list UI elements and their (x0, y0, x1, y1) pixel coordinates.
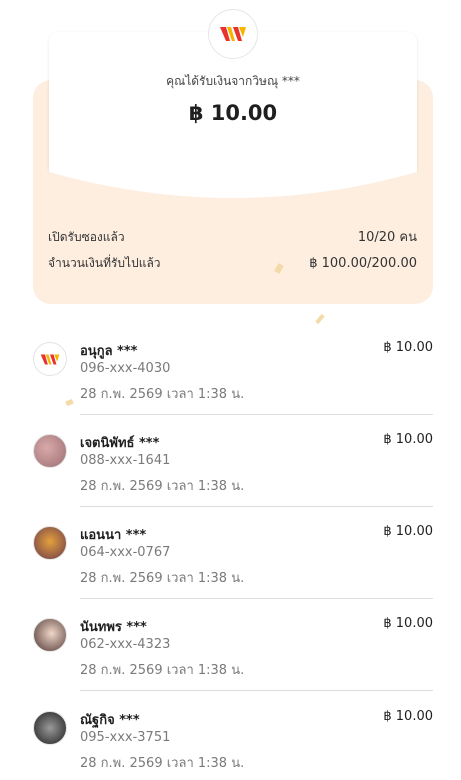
recipient-name: อนุกูล *** (80, 344, 138, 359)
recipient-datetime: 28 ก.พ. 2569 เวลา 1:38 น. (80, 387, 245, 402)
received-total-label: จำนวนเงินที่รับไปแล้ว (48, 256, 161, 270)
avatar (33, 711, 67, 745)
avatar (33, 526, 67, 560)
divider (80, 598, 433, 599)
list-item[interactable]: นันทพร *** ฿ 10.00 062-xxx-4323 28 ก.พ. … (33, 616, 433, 706)
recipient-amount: ฿ 10.00 (383, 709, 433, 724)
recipient-name: นันทพร *** (80, 620, 147, 635)
divider (80, 506, 433, 507)
list-item[interactable]: อนุกูล *** ฿ 10.00 096-xxx-4030 28 ก.พ. … (33, 340, 433, 430)
divider (80, 414, 433, 415)
received-amount: ฿ 10.00 (188, 101, 278, 125)
received-total-value: ฿ 100.00/200.00 (309, 256, 417, 271)
recipient-datetime: 28 ก.พ. 2569 เวลา 1:38 น. (80, 663, 245, 678)
opened-label: เปิดรับซองแล้ว (48, 230, 125, 244)
list-item[interactable]: เจตนิพัทธ์ *** ฿ 10.00 088-xxx-1641 28 ก… (33, 432, 433, 522)
avatar (33, 434, 67, 468)
recipient-amount: ฿ 10.00 (383, 432, 433, 447)
recipient-amount: ฿ 10.00 (383, 524, 433, 539)
confetti-piece (315, 313, 325, 325)
avatar (33, 618, 67, 652)
received-from-text: คุณได้รับเงินจากวิษณุ *** (166, 74, 300, 88)
divider (80, 690, 433, 691)
recipient-amount: ฿ 10.00 (383, 616, 433, 631)
brand-w-logo-icon (220, 27, 246, 41)
recipient-phone: 096-xxx-4030 (80, 361, 171, 376)
brand-w-logo-icon (40, 354, 60, 364)
brand-logo (208, 9, 258, 59)
recipient-phone: 062-xxx-4323 (80, 637, 171, 652)
recipient-name: แอนนา *** (80, 528, 147, 543)
recipient-phone: 095-xxx-3751 (80, 730, 171, 745)
recipient-phone: 064-xxx-0767 (80, 545, 171, 560)
list-item[interactable]: แอนนา *** ฿ 10.00 064-xxx-0767 28 ก.พ. 2… (33, 524, 433, 614)
recipient-amount: ฿ 10.00 (383, 340, 433, 355)
envelope-flap-curve (49, 160, 417, 198)
recipient-name: ณัฐกิจ *** (80, 713, 140, 728)
list-item[interactable]: ณัฐกิจ *** ฿ 10.00 095-xxx-3751 28 ก.พ. … (33, 709, 433, 780)
opened-value: 10/20 คน (357, 230, 417, 245)
recipient-datetime: 28 ก.พ. 2569 เวลา 1:38 น. (80, 571, 245, 586)
recipient-phone: 088-xxx-1641 (80, 453, 171, 468)
received-total-row: จำนวนเงินที่รับไปแล้ว ฿ 100.00/200.00 (48, 254, 417, 273)
avatar (33, 342, 67, 376)
recipient-name: เจตนิพัทธ์ *** (80, 436, 160, 451)
recipient-datetime: 28 ก.พ. 2569 เวลา 1:38 น. (80, 479, 245, 494)
recipient-datetime: 28 ก.พ. 2569 เวลา 1:38 น. (80, 756, 245, 771)
opened-row: เปิดรับซองแล้ว 10/20 คน (48, 226, 417, 247)
